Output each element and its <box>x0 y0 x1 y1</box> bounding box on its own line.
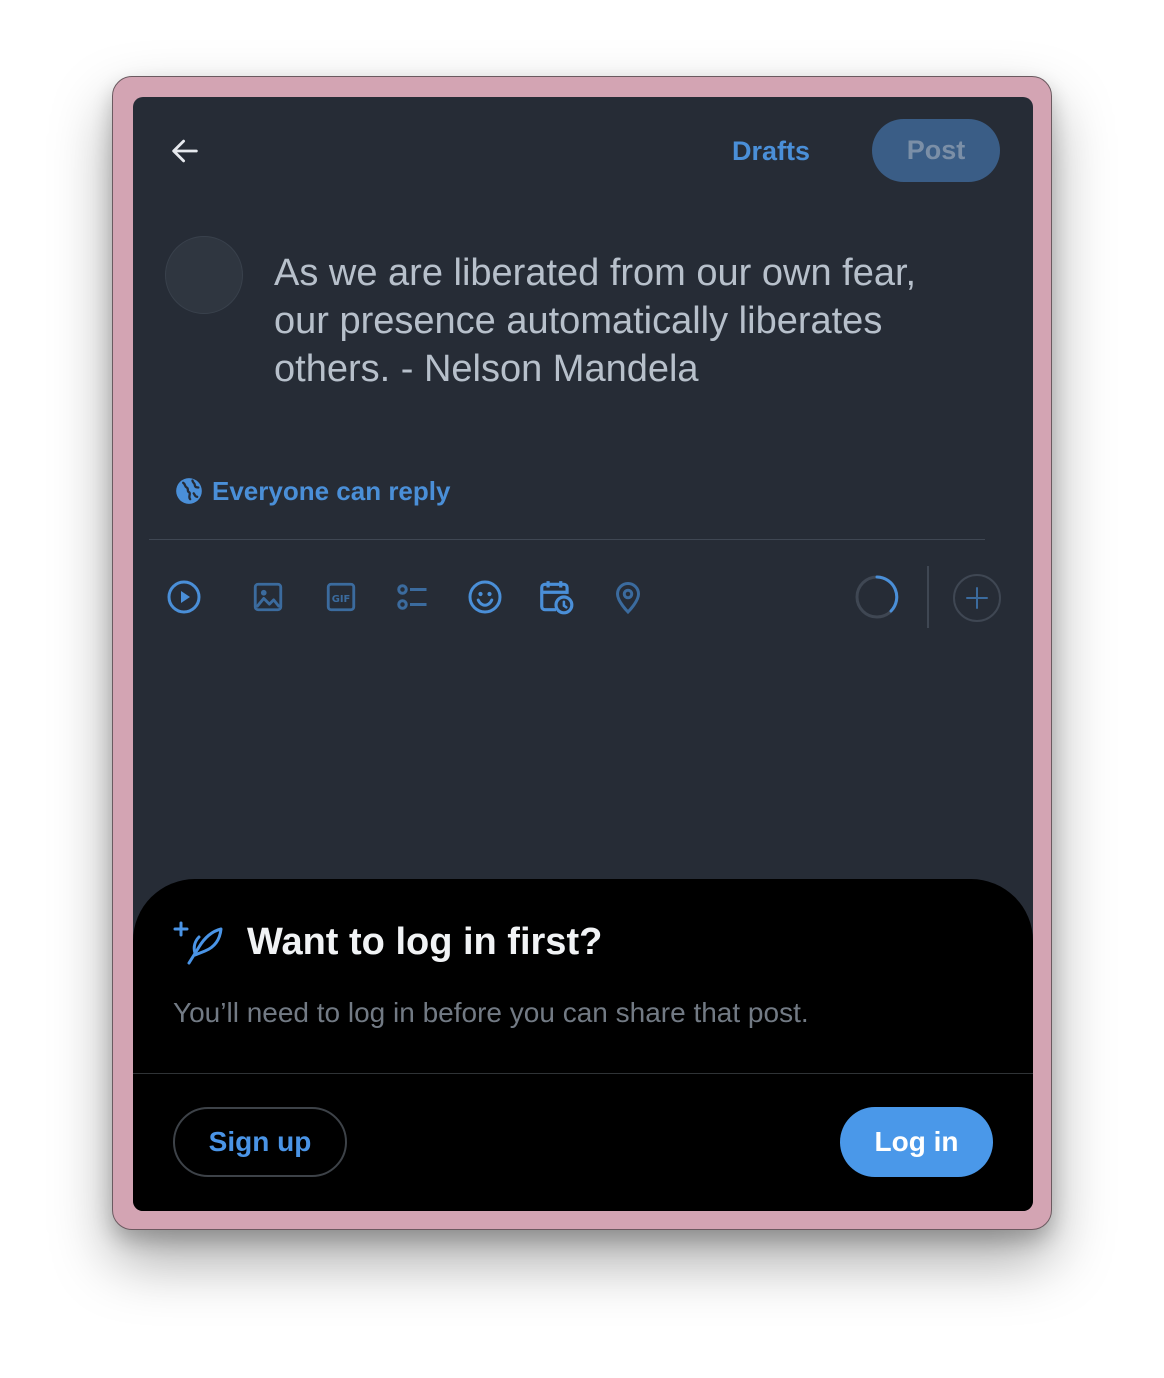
progress-ring-icon <box>853 573 901 621</box>
login-prompt-subtitle: You’ll need to log in before you can sha… <box>173 997 809 1028</box>
log-in-button[interactable]: Log in <box>840 1107 993 1177</box>
back-arrow-icon <box>172 139 198 163</box>
location-icon[interactable] <box>608 577 648 617</box>
image-icon[interactable] <box>248 577 288 617</box>
login-prompt-title: Want to log in first? <box>247 921 603 963</box>
sheet-divider <box>133 1073 1033 1074</box>
post-button[interactable]: Post <box>872 119 1000 182</box>
reply-setting-label: Everyone can reply <box>212 475 451 506</box>
poll-icon[interactable] <box>393 577 433 617</box>
sign-up-button[interactable]: Sign up <box>173 1107 347 1177</box>
svg-text:GIF: GIF <box>332 594 351 605</box>
emoji-icon[interactable] <box>465 577 505 617</box>
window-frame: Drafts Post As we are liberated from our… <box>112 76 1052 1230</box>
back-button[interactable] <box>163 129 207 173</box>
schedule-icon[interactable] <box>536 577 576 617</box>
avatar <box>165 236 243 314</box>
globe-icon <box>176 478 202 504</box>
drafts-button[interactable]: Drafts <box>719 131 823 171</box>
toolbar-separator <box>927 566 929 628</box>
login-prompt-sheet: Want to log in first? You’ll need to log… <box>133 879 1033 1211</box>
gif-icon[interactable]: GIF <box>321 577 361 617</box>
video-play-icon[interactable] <box>164 577 204 617</box>
sparkle-feather-icon <box>173 921 223 965</box>
compose-text-field[interactable]: As we are liberated from our own fear, o… <box>274 249 994 393</box>
reply-setting-button[interactable]: Everyone can reply <box>175 473 450 509</box>
add-post-icon[interactable] <box>952 573 1002 623</box>
composer-divider <box>149 539 985 540</box>
compose-window: Drafts Post As we are liberated from our… <box>133 97 1033 1211</box>
